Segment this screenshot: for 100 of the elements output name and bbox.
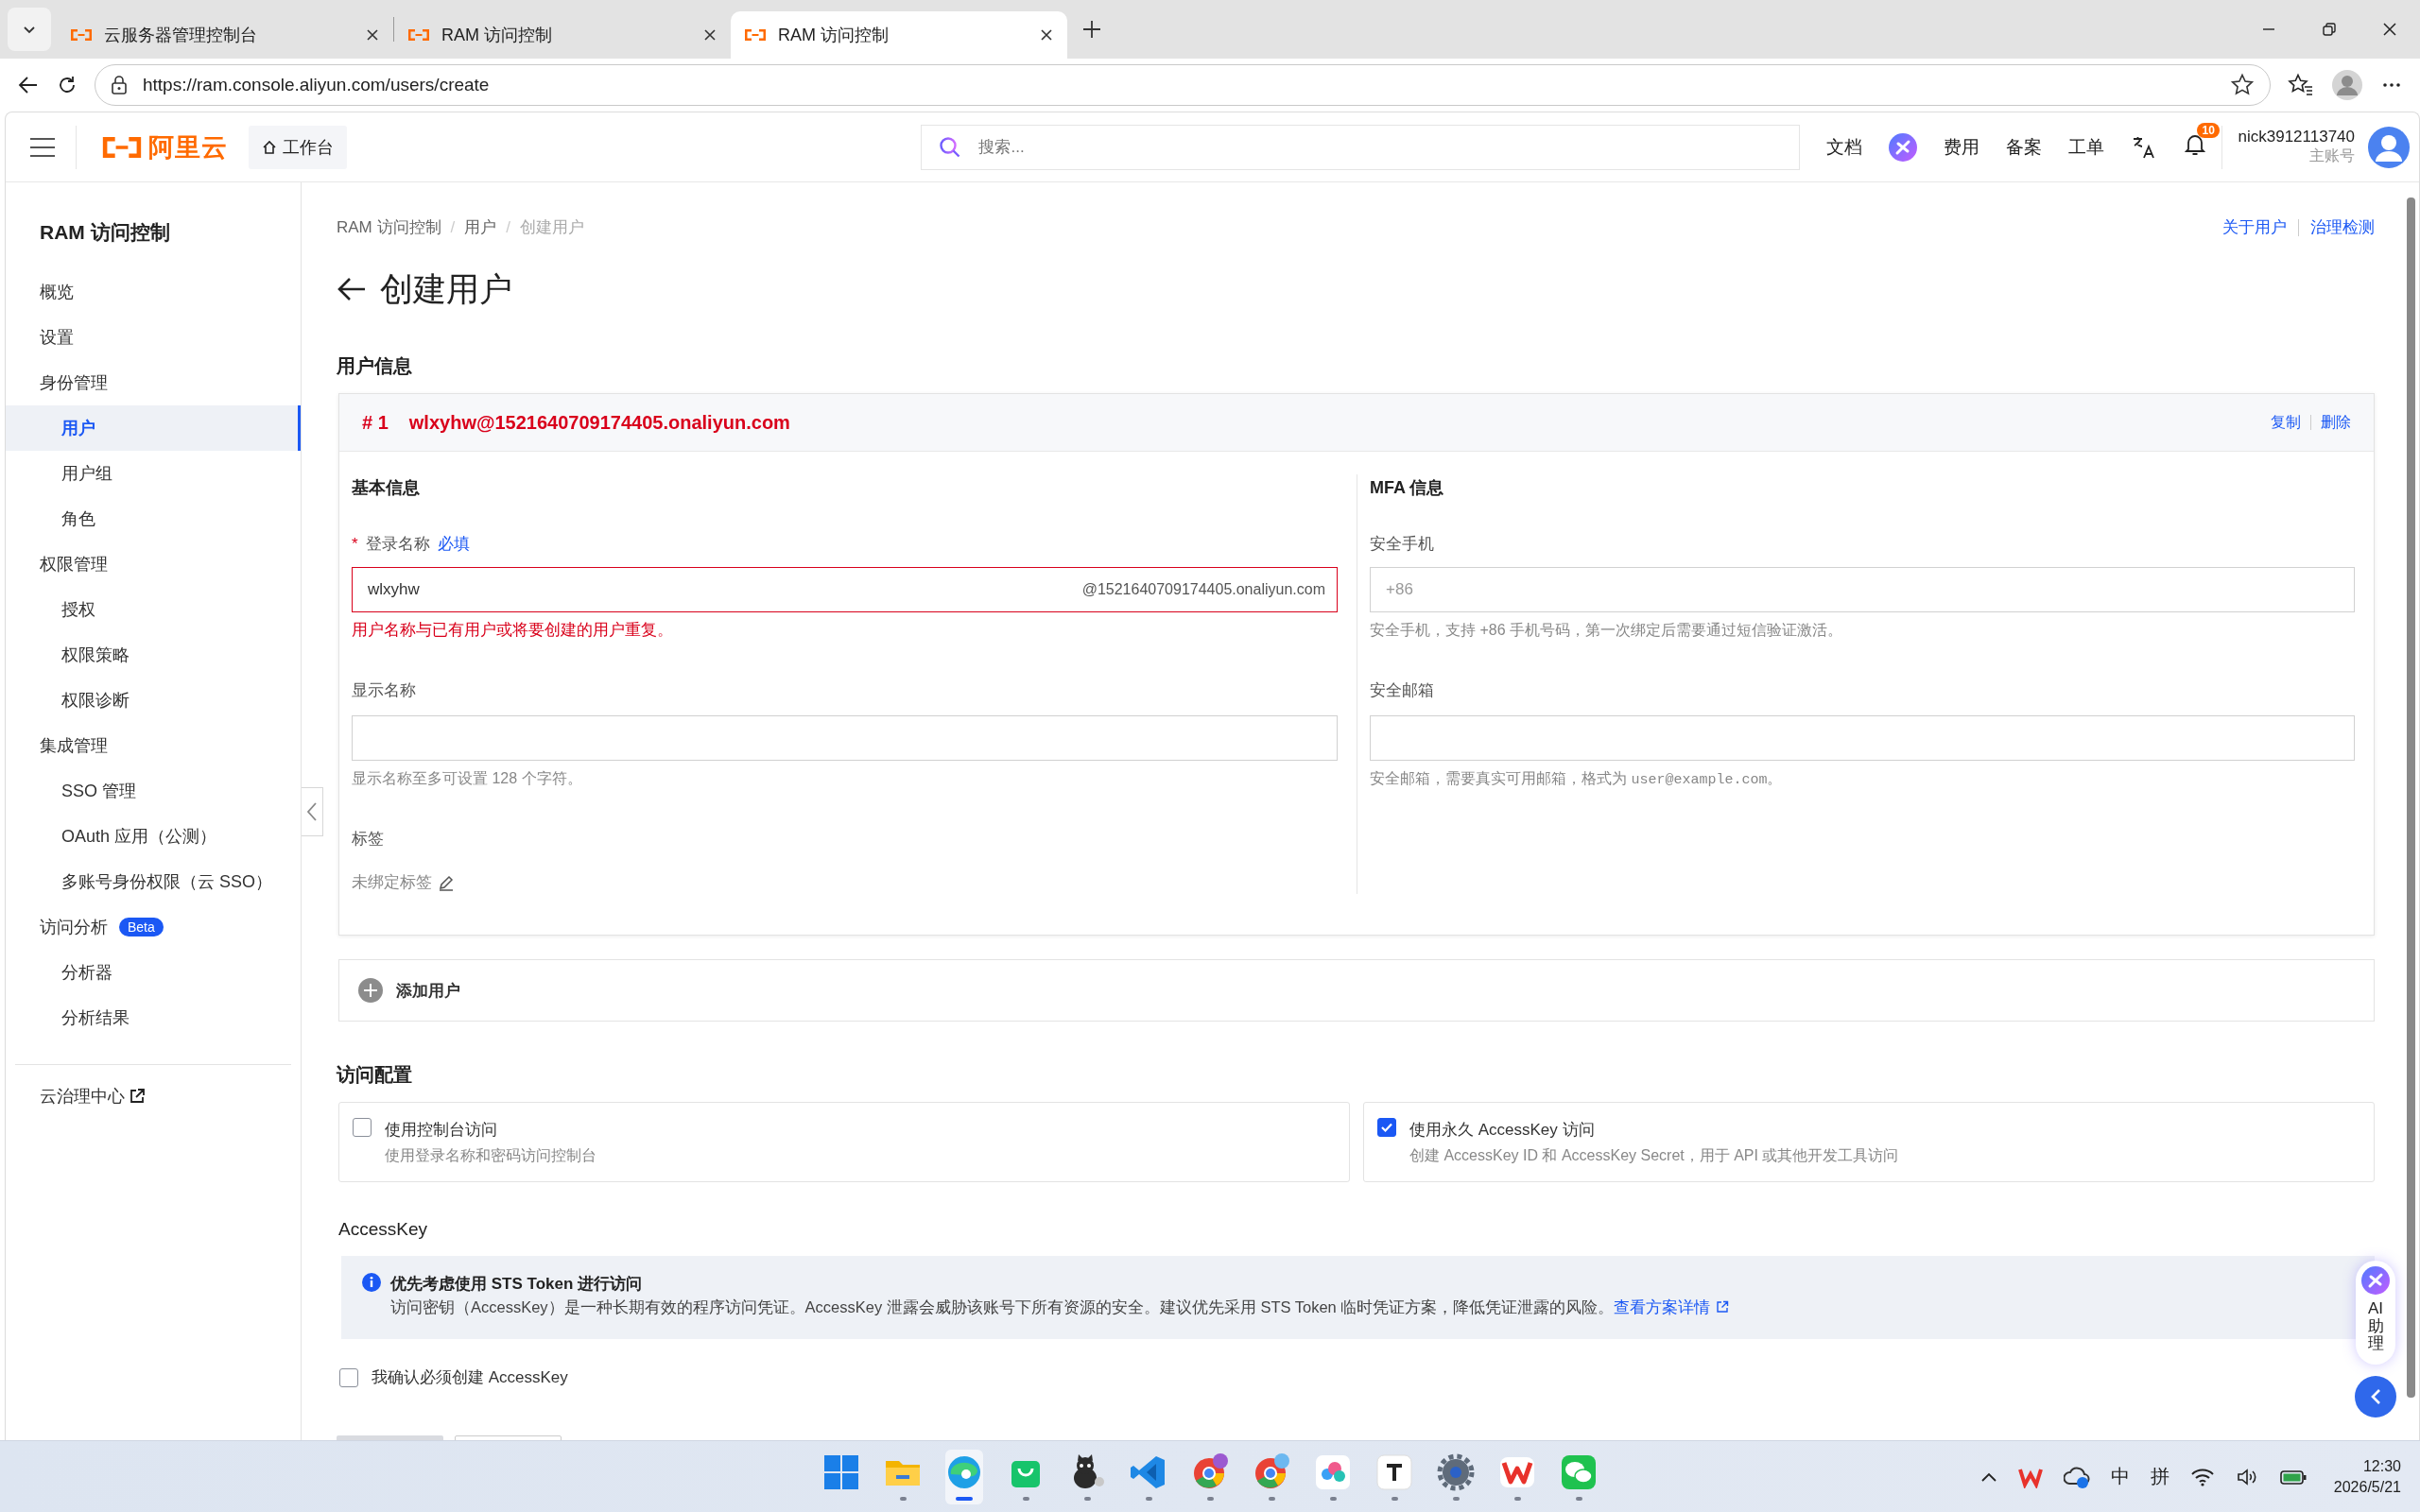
- home-icon: [262, 139, 277, 155]
- menu-icon[interactable]: [28, 135, 57, 159]
- checkbox[interactable]: [339, 1368, 358, 1387]
- ai-assistant-button[interactable]: AI 助理: [2356, 1260, 2395, 1365]
- action-link[interactable]: 复制: [2271, 412, 2301, 433]
- plus-icon[interactable]: [1080, 18, 1103, 41]
- nav-item[interactable]: 身份管理: [6, 360, 301, 405]
- caret-up-icon[interactable]: [1979, 1470, 1997, 1483]
- external-link-icon: [1716, 1300, 1730, 1314]
- nav-item[interactable]: 权限管理: [6, 541, 301, 587]
- workbench-button[interactable]: 工作台: [249, 125, 347, 169]
- action-link[interactable]: 删除: [2321, 412, 2351, 433]
- favorites-icon[interactable]: [2288, 73, 2314, 97]
- tab-title: RAM 访问控制: [778, 25, 890, 46]
- clock-time[interactable]: 12:30: [2362, 1455, 2401, 1477]
- close-icon[interactable]: [702, 27, 717, 43]
- footer-link[interactable]: 云治理中心: [40, 1085, 125, 1108]
- help-link[interactable]: 关于用户: [2222, 215, 2287, 240]
- login-name-input[interactable]: wlxyhw: [368, 568, 1082, 611]
- nav-item[interactable]: OAuth 应用（公测）: [6, 814, 301, 859]
- browser-tab[interactable]: 云服务器管理控制台: [57, 11, 393, 59]
- close-icon[interactable]: [365, 27, 380, 43]
- checkbox-label: 我确认必须创建 AccessKey: [372, 1367, 568, 1388]
- browser-tab[interactable]: RAM 访问控制: [394, 11, 731, 59]
- section-heading: 用户信息: [337, 354, 413, 378]
- nav-item[interactable]: 用户: [6, 405, 301, 451]
- browser-icon[interactable]: [1253, 1452, 1290, 1491]
- error-message: 用户名称与已有用户或将要创建的用户重复。: [352, 620, 674, 641]
- search-field[interactable]: 搜索...: [921, 124, 1801, 170]
- nav-item[interactable]: 概览: [6, 269, 301, 315]
- nav-item[interactable]: 设置: [6, 315, 301, 360]
- nav-item[interactable]: 分析结果: [6, 995, 301, 1040]
- input-field[interactable]: [352, 715, 1338, 761]
- help-link[interactable]: 治理检测: [2310, 215, 2375, 240]
- star-icon[interactable]: [2230, 73, 2255, 97]
- external-link-icon[interactable]: [129, 1088, 146, 1105]
- nav-item[interactable]: 集成管理: [6, 723, 301, 768]
- input-method-indicator[interactable]: 拼: [2150, 1464, 2169, 1489]
- nav-item[interactable]: 分析器: [6, 950, 301, 995]
- field-label: 显示名称: [352, 680, 416, 701]
- option-card[interactable]: 使用永久 AccessKey 访问 创建 AccessKey ID 和 AccessKey Secret，用于 API 或其他开发工具访问: [1363, 1102, 2375, 1182]
- breadcrumb-current: 创建用户: [519, 217, 584, 238]
- nav-link[interactable]: 备案: [2006, 134, 2043, 160]
- translate-icon[interactable]: [2131, 134, 2156, 160]
- ai-assistant-icon[interactable]: [1889, 132, 1918, 162]
- edit-icon[interactable]: [438, 874, 455, 891]
- nav-item[interactable]: 用户组: [6, 451, 301, 496]
- help-text: 安全邮箱，需要真实可用邮箱，格式为 user@example.com。: [1370, 769, 1784, 790]
- field-label: 标签: [352, 829, 384, 850]
- input-field[interactable]: [1370, 715, 2355, 761]
- clock-date[interactable]: 2026/5/21: [2333, 1476, 2401, 1498]
- nav-link[interactable]: 费用: [1944, 134, 1980, 160]
- collapse-button[interactable]: [2355, 1376, 2396, 1418]
- nav-item[interactable]: 角色: [6, 496, 301, 541]
- help-text: 显示名称至多可设置 128 个字符。: [352, 769, 583, 788]
- checkbox[interactable]: [353, 1118, 372, 1137]
- bell-icon[interactable]: [2184, 132, 2207, 157]
- nav-item[interactable]: 权限策略: [6, 632, 301, 678]
- option-title: 使用永久 AccessKey 访问: [1409, 1120, 1596, 1141]
- input-field[interactable]: wlxyhw @1521640709174405.onaliyun.com: [352, 567, 1338, 612]
- profile-avatar-icon[interactable]: [2331, 69, 2363, 101]
- input-method-indicator[interactable]: 中: [2110, 1464, 2130, 1489]
- breadcrumb-link[interactable]: 用户: [464, 215, 497, 240]
- scrollbar[interactable]: [2407, 198, 2415, 1398]
- nav-link[interactable]: 工单: [2068, 134, 2105, 160]
- browser-icon[interactable]: [1191, 1452, 1229, 1491]
- domain-suffix: @1521640709174405.onaliyun.com: [1081, 581, 1325, 598]
- breadcrumb-link[interactable]: RAM 访问控制: [337, 215, 441, 240]
- restore-icon[interactable]: [2322, 22, 2337, 37]
- ai-assistant-icon: [2361, 1265, 2390, 1295]
- field-label: 安全手机: [1370, 534, 1434, 555]
- close-icon[interactable]: [2382, 22, 2397, 37]
- nav-item[interactable]: 访问分析: [6, 904, 108, 950]
- nav-item[interactable]: 权限诊断: [6, 678, 301, 723]
- help-text: 安全手机，支持 +86 手机号码，第一次绑定后需要通过短信验证激活。: [1370, 621, 1844, 640]
- alert-text: 访问密钥（AccessKey）是一种长期有效的程序访问凭证。AccessKey 泄露会威胁该账号下所有资源的安全。建议优先采用 STS Token 临时凭证方案，降低凭证泄露的风险。查看方案详情: [390, 1296, 1730, 1318]
- username: nick3912113740: [2238, 128, 2355, 146]
- breadcrumb-separator: /: [506, 217, 510, 238]
- search-icon: [939, 135, 962, 159]
- nav-item[interactable]: 授权: [6, 587, 301, 632]
- nav-link[interactable]: 文档: [1826, 134, 1863, 160]
- close-icon[interactable]: [1039, 27, 1054, 43]
- option-card[interactable]: 使用控制台访问 使用登录名称和密码访问控制台: [338, 1102, 1350, 1182]
- details-link[interactable]: 查看方案详情: [1614, 1296, 1730, 1318]
- reload-icon[interactable]: [57, 75, 78, 95]
- start-icon[interactable]: [822, 1452, 860, 1491]
- app-icon[interactable]: [1375, 1452, 1413, 1491]
- add-user-button[interactable]: 添加用户: [338, 959, 2375, 1022]
- back-arrow-icon[interactable]: [337, 276, 367, 302]
- logo-icon: [744, 27, 767, 43]
- logo-text: 阿里云: [148, 131, 228, 163]
- collapse-handle[interactable]: [302, 787, 323, 836]
- checkbox[interactable]: [1377, 1118, 1396, 1137]
- search-input[interactable]: 搜索...: [977, 136, 1783, 158]
- nav-item[interactable]: SSO 管理: [6, 768, 301, 814]
- user-avatar-icon[interactable]: [2368, 126, 2410, 168]
- logo-icon: [70, 27, 93, 43]
- browser-tab[interactable]: RAM 访问控制: [731, 11, 1067, 59]
- gear-icon[interactable]: [1437, 1452, 1475, 1491]
- nav-item[interactable]: 多账号身份权限（云 SSO）: [6, 859, 301, 904]
